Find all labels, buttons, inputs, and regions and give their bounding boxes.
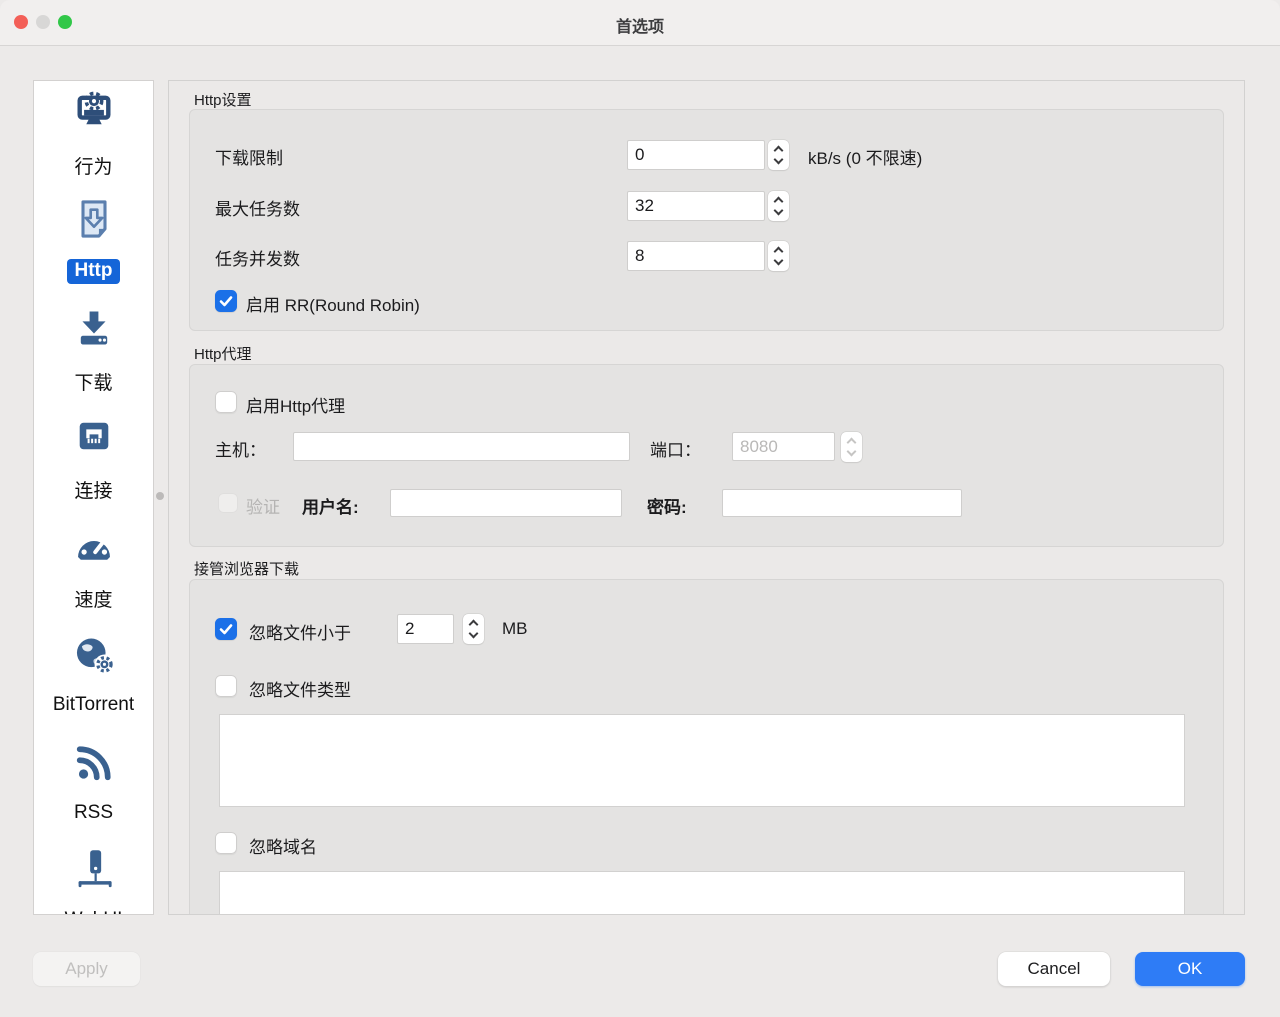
title-bar: 首选项 [0,0,1280,46]
group-http-proxy: 启用Http代理 主机： 端口： 验证 用户名: 密码: [189,364,1224,547]
task-concurrency-input[interactable] [627,241,765,271]
sidebar-item-connection[interactable]: 连接 [34,476,153,503]
sidebar-item-webui[interactable]: WebUI [34,909,153,915]
proxy-password-input[interactable] [722,489,962,517]
proxy-port-label: 端口： [650,436,701,461]
proxy-username-input[interactable] [390,489,622,517]
sidebar-item-speed[interactable]: 速度 [34,585,153,612]
proxy-password-label: 密码: [647,493,687,518]
ignore-domain-label: 忽略域名 [249,833,317,858]
proxy-username-label: 用户名: [302,493,359,518]
proxy-auth-checkbox [218,493,238,513]
task-concurrency-label: 任务并发数 [215,245,300,270]
rr-checkbox[interactable] [215,290,237,312]
window-title: 首选项 [0,13,1280,37]
section-title-browser-takeover: 接管浏览器下载 [194,558,299,579]
webui-icon[interactable] [34,847,153,891]
bittorrent-icon[interactable] [34,633,153,677]
proxy-auth-label: 验证 [246,493,280,518]
download-limit-stepper[interactable] [768,140,789,170]
proxy-host-input[interactable] [293,432,630,461]
apply-button[interactable]: Apply [33,952,140,986]
connection-icon[interactable] [34,414,153,458]
task-concurrency-stepper[interactable] [768,241,789,271]
ignore-type-checkbox[interactable] [215,675,237,697]
preferences-sidebar: 行为 Http 下载 连接 [33,80,154,915]
ignore-size-stepper[interactable] [463,614,484,644]
sidebar-item-speed-label: 速度 [74,590,112,611]
cancel-button[interactable]: Cancel [998,952,1110,986]
max-tasks-stepper[interactable] [768,191,789,221]
sidebar-item-connection-label: 连接 [74,481,112,502]
group-http-settings: 下载限制 kB/s (0 不限速) 最大任务数 任务并发数 启用 RR(Roun… [189,109,1224,331]
ignore-size-unit: MB [502,619,528,639]
pane-splitter-handle[interactable] [156,492,164,500]
sidebar-item-webui-label: WebUI [65,909,123,915]
proxy-host-label: 主机： [215,436,266,461]
proxy-port-stepper [841,432,862,462]
sidebar-item-download-label: 下载 [74,373,112,394]
section-title-http-settings: Http设置 [194,89,252,110]
max-tasks-input[interactable] [627,191,765,221]
sidebar-item-bittorrent[interactable]: BitTorrent [34,694,153,716]
sidebar-item-behavior-label: 行为 [74,157,112,178]
sidebar-item-download[interactable]: 下载 [34,368,153,395]
http-preferences-pane: Http设置 下载限制 kB/s (0 不限速) 最大任务数 任务并发数 启用 … [168,80,1245,915]
ignore-domain-textarea[interactable] [219,871,1185,915]
speedometer-icon[interactable] [34,524,153,568]
ignore-type-label: 忽略文件类型 [249,676,351,701]
max-tasks-label: 最大任务数 [215,195,300,220]
download-limit-input[interactable] [627,140,765,170]
ignore-domain-checkbox[interactable] [215,832,237,854]
group-browser-takeover: 忽略文件小于 MB 忽略文件类型 忽略域名 [189,579,1224,915]
ignore-size-label: 忽略文件小于 [249,619,351,644]
enable-proxy-label: 启用Http代理 [246,392,345,417]
download-limit-label: 下载限制 [215,144,283,169]
sidebar-item-bittorrent-label: BitTorrent [53,694,134,715]
ignore-size-checkbox[interactable] [215,618,237,640]
behavior-icon[interactable] [34,89,153,133]
http-icon[interactable] [34,197,153,241]
sidebar-item-rss[interactable]: RSS [34,802,153,824]
ok-button[interactable]: OK [1135,952,1245,986]
sidebar-item-behavior[interactable]: 行为 [34,152,153,179]
rr-checkbox-label: 启用 RR(Round Robin) [246,291,420,316]
sidebar-item-http-label: Http [67,259,121,284]
ignore-size-input[interactable] [397,614,454,644]
sidebar-item-rss-label: RSS [74,802,113,823]
rss-icon[interactable] [34,741,153,785]
download-icon[interactable] [34,306,153,350]
ignore-type-textarea[interactable] [219,714,1185,807]
download-limit-suffix: kB/s (0 不限速) [808,144,922,169]
enable-proxy-checkbox[interactable] [215,391,237,413]
sidebar-item-http[interactable]: Http [34,259,153,284]
section-title-http-proxy: Http代理 [194,343,252,364]
proxy-port-input[interactable] [732,432,835,461]
